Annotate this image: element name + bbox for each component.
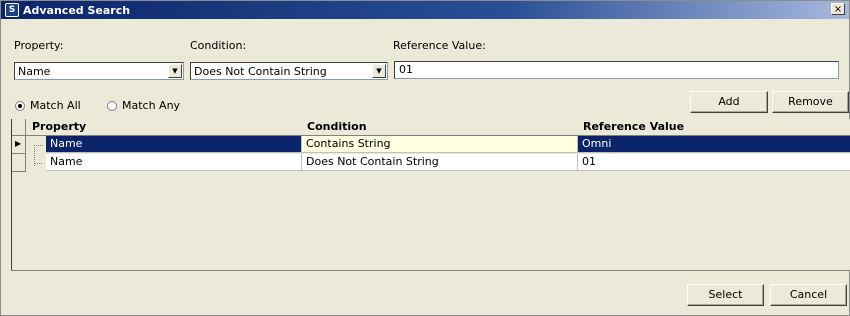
- reference-value-input[interactable]: 01: [394, 61, 839, 79]
- remove-button[interactable]: Remove: [772, 91, 849, 113]
- reference-value-label: Reference Value:: [393, 39, 486, 52]
- column-header-property[interactable]: Property: [26, 119, 312, 136]
- row-selector[interactable]: [12, 154, 26, 172]
- tree-connector: [34, 163, 42, 164]
- cell-condition[interactable]: Contains String: [302, 136, 578, 153]
- match-all-label: Match All: [30, 99, 81, 112]
- radio-unchecked-icon: [107, 100, 117, 111]
- grid-corner: [12, 119, 26, 136]
- cell-reference[interactable]: Omni: [578, 136, 850, 153]
- cell-reference[interactable]: 01: [578, 154, 850, 171]
- property-select-value: Name: [18, 64, 51, 78]
- advanced-search-dialog: S Advanced Search × Property: Condition:…: [0, 0, 850, 316]
- match-any-label: Match Any: [122, 99, 181, 112]
- select-button[interactable]: Select: [687, 284, 764, 306]
- cell-condition[interactable]: Does Not Contain String: [302, 154, 578, 171]
- condition-select[interactable]: Does Not Contain String ▼: [190, 62, 388, 80]
- close-button[interactable]: ×: [831, 3, 845, 15]
- conditions-grid: Property Condition Reference Value ▶ Nam…: [11, 119, 850, 270]
- property-select[interactable]: Name ▼: [14, 62, 184, 80]
- add-button[interactable]: Add: [690, 91, 768, 113]
- cell-property[interactable]: Name: [46, 154, 302, 171]
- radio-checked-icon: [15, 100, 25, 111]
- current-row-arrow-icon: ▶: [15, 139, 22, 148]
- property-label: Property:: [14, 39, 64, 52]
- condition-label: Condition:: [190, 39, 247, 52]
- column-header-condition[interactable]: Condition: [301, 119, 587, 136]
- column-header-reference[interactable]: Reference Value: [577, 119, 850, 136]
- chevron-down-icon[interactable]: ▼: [168, 64, 182, 78]
- grid-bottom-border: [11, 270, 850, 271]
- cancel-button[interactable]: Cancel: [770, 284, 847, 306]
- cell-property[interactable]: Name: [46, 136, 302, 153]
- row-selector[interactable]: ▶: [12, 136, 26, 154]
- title-bar: S Advanced Search ×: [1, 1, 849, 19]
- window-title: Advanced Search: [23, 3, 131, 17]
- match-any-radio[interactable]: Match Any: [107, 99, 180, 112]
- condition-select-value: Does Not Contain String: [194, 64, 327, 78]
- match-all-radio[interactable]: Match All: [15, 99, 81, 112]
- app-icon: S: [5, 3, 19, 17]
- chevron-down-icon[interactable]: ▼: [372, 64, 386, 78]
